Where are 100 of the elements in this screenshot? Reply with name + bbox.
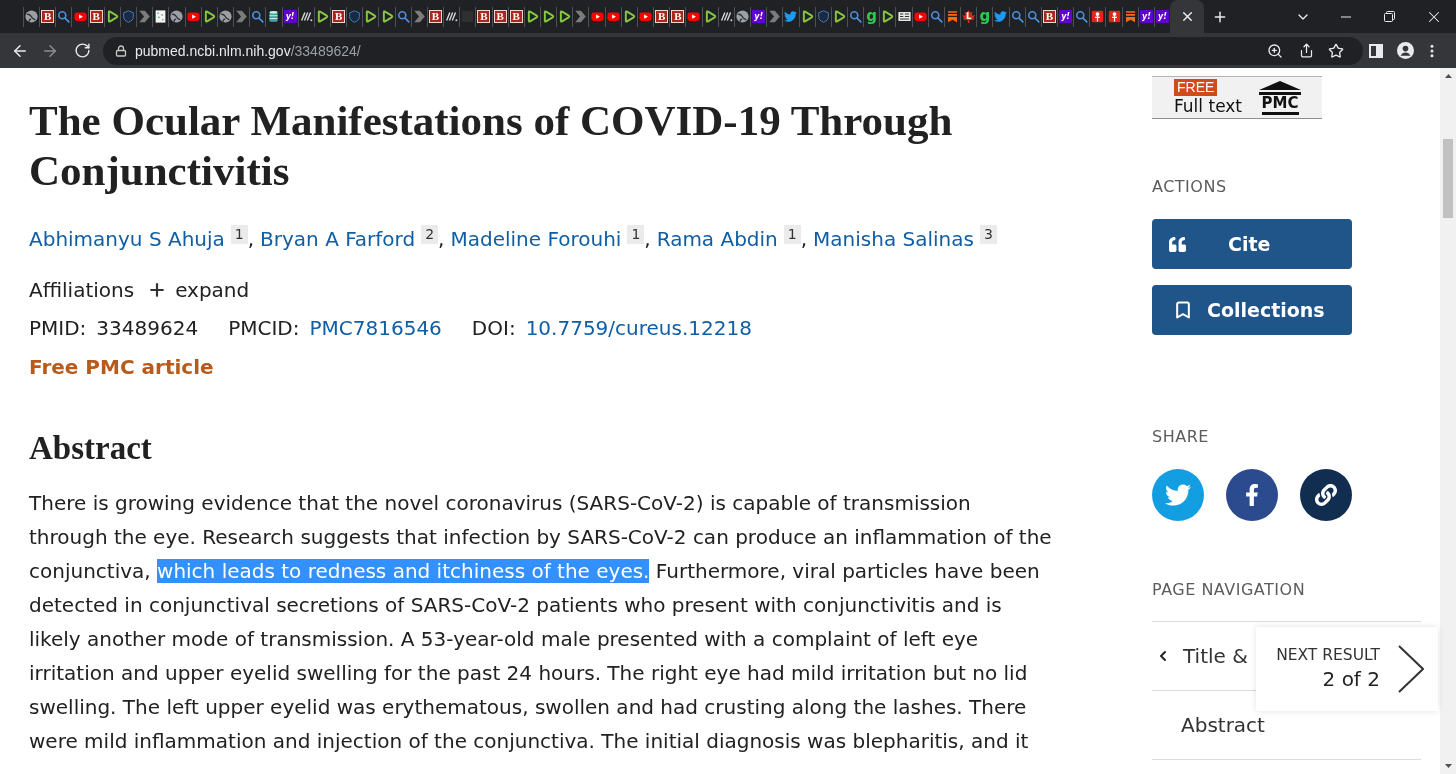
browser-tab[interactable] [685,6,702,27]
identifier-link[interactable]: PMC7816546 [309,312,442,344]
affiliation-number[interactable]: 1 [230,225,248,244]
browser-tab[interactable]: B [669,6,686,27]
affiliation-number[interactable]: 2 [421,225,439,244]
full-text-badge[interactable]: FREE Full text PMC [1152,76,1322,119]
shield-icon [348,10,362,23]
share-button[interactable] [1300,469,1352,521]
author-link[interactable]: Abhimanyu S Ahuja [29,227,225,251]
play-outline-icon [703,10,717,23]
browser-tab[interactable]: B [491,6,508,27]
browser-tab[interactable] [362,6,379,27]
letter-tile-icon: y! [1139,10,1153,23]
author-link[interactable]: Manisha Salinas [813,227,974,251]
browser-tab[interactable] [103,6,120,27]
zoom-icon[interactable] [1267,42,1283,59]
browser-tab[interactable] [798,6,815,27]
browser-tab[interactable]: y! [750,6,767,27]
caret-down-icon[interactable] [1444,764,1452,768]
chevron-tile-icon [574,10,588,23]
address-bar[interactable]: pubmed.ncbi.nlm.nih.gov/33489624/ [103,36,1363,65]
next-result-panel[interactable]: NEXT RESULT 2 of 2 [1256,627,1438,711]
browser-tab[interactable] [1170,0,1205,33]
browser-tab[interactable] [378,6,395,27]
affiliation-number[interactable]: 1 [627,225,645,244]
browser-tab[interactable]: B [507,6,524,27]
browser-tab[interactable] [1105,6,1122,27]
browser-tab[interactable] [911,6,928,27]
browser-tab[interactable] [895,6,912,27]
browser-tab[interactable]: g [863,6,880,27]
scrollbar[interactable] [1440,68,1456,774]
overlapping-squares-icon[interactable] [1384,11,1395,22]
author-link[interactable]: Rama Abdin [656,227,778,251]
letter-tile-icon: B [41,10,55,23]
chevron-right-icon [1398,645,1424,693]
browser-tab[interactable] [604,6,621,27]
browser-tab[interactable] [216,6,234,27]
browser-tab[interactable]: B [426,6,444,27]
person-icon[interactable] [1396,42,1414,59]
collections-button[interactable]: Collections [1152,285,1352,335]
browser-tab[interactable]: y! [281,6,298,27]
browser-tab[interactable] [168,6,185,27]
browser-tab[interactable] [556,6,573,27]
play-outline-icon [881,10,895,23]
browser-tab[interactable]: y! [1057,6,1074,27]
browser-tab[interactable]: y! [1137,6,1154,27]
browser-tab[interactable]: B [1040,6,1057,27]
browser-tab[interactable] [443,6,460,27]
browser-tab[interactable] [636,6,654,27]
play-button-icon [913,10,927,23]
search-icon [1010,10,1024,23]
letter-tile-icon: B [671,10,685,23]
affiliation-number[interactable]: 3 [979,225,997,244]
nav-link[interactable]: Title & [1155,643,1248,669]
browser-tab[interactable] [297,6,314,27]
browser-tab[interactable] [588,6,605,27]
author-separator: , [644,227,651,251]
side-panel-icon[interactable] [1369,43,1383,58]
identifier-link[interactable]: 10.7759/cureus.12218 [525,312,752,344]
browser-tab[interactable]: B [39,6,56,27]
caret-up-icon[interactable] [1444,74,1452,78]
browser-tab[interactable]: L [960,6,977,27]
author-link[interactable]: Madeline Forouhi [450,227,622,251]
play-button-icon [186,10,200,23]
author-link[interactable]: Bryan A Farford [260,227,416,251]
browser-tab[interactable] [540,6,557,27]
browser-tab[interactable] [717,6,734,27]
affiliation-number[interactable]: 1 [783,225,801,244]
circular-arrow-icon[interactable] [73,42,91,59]
scrollbar-thumb[interactable] [1443,139,1453,218]
browser-tab[interactable] [620,6,637,27]
article-title: The Ocular Manifestations of COVID-19 Through Conjunctivitis [29,96,954,196]
browser-tab[interactable]: B [475,6,492,27]
letter-tile-icon: B [477,10,491,23]
author-separator: , [247,227,255,251]
browser-tab[interactable] [830,6,847,27]
browser-tab[interactable]: g [976,6,993,27]
blank-tile-icon [461,10,475,23]
browser-tab[interactable] [313,6,330,27]
letter-tile-icon: B [1042,10,1056,23]
browser-tab[interactable]: B [87,6,104,27]
browser-tab[interactable] [879,6,896,27]
search-icon [929,10,943,23]
browser-tab[interactable] [523,6,540,27]
browser-tab[interactable] [71,6,88,27]
share-icon[interactable] [1298,43,1314,58]
nav-link[interactable]: Abstract [1181,712,1265,738]
star-icon[interactable] [1328,42,1344,59]
browser-tab[interactable] [1089,6,1106,27]
browser-tab[interactable]: B [653,6,670,27]
letter-tile-icon: B [493,10,507,23]
browser-tab[interactable] [184,6,201,27]
browser-tab[interactable] [200,6,217,27]
cite-button[interactable]: Cite [1152,219,1352,269]
browser-tab[interactable]: B [329,6,347,27]
browser-tab[interactable] [23,6,40,27]
browser-tab[interactable] [701,6,718,27]
browser-tab[interactable] [733,6,751,27]
expand-button[interactable]: expand [147,274,250,306]
share-button[interactable] [1226,469,1278,521]
